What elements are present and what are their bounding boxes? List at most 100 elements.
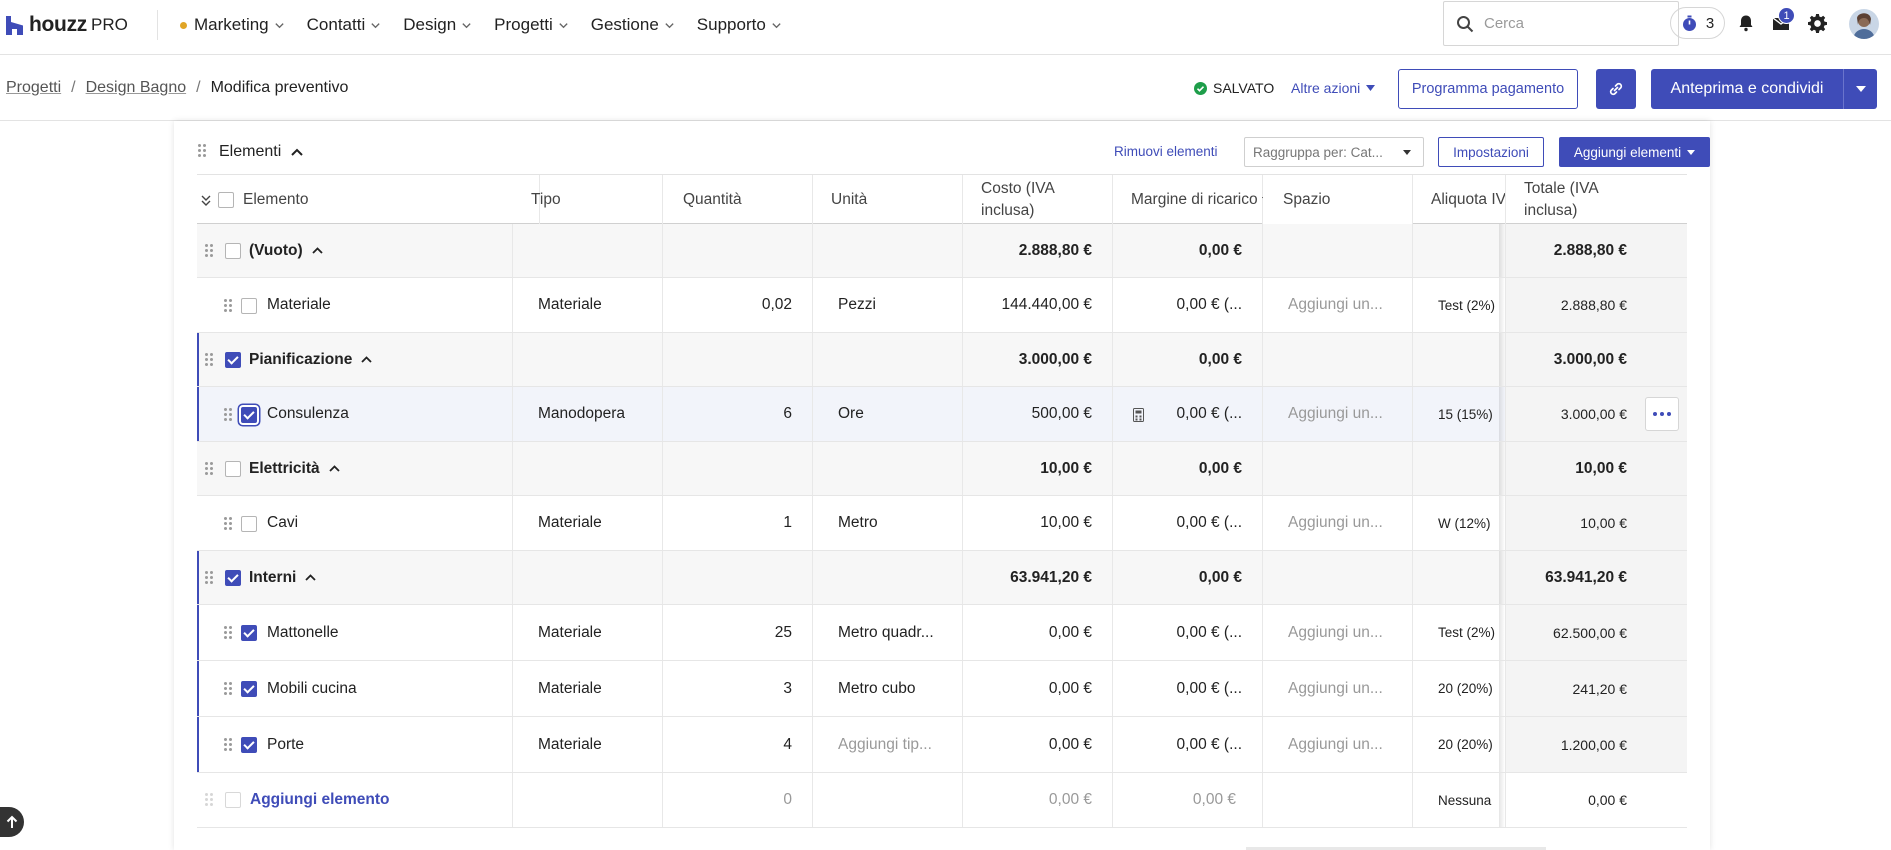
drag-handle-icon[interactable]	[205, 244, 213, 258]
aliquota-cell[interactable]: Test (2%)	[1413, 605, 1506, 660]
drag-handle-icon[interactable]	[224, 408, 232, 422]
spazio-cell[interactable]: Aggiungi un...	[1263, 605, 1413, 660]
aliquota-cell[interactable]: W (12%)	[1413, 496, 1506, 550]
drag-handle-icon[interactable]	[205, 571, 213, 585]
col-costo[interactable]: Costo (IVA inclusa)	[963, 175, 1113, 225]
scroll-to-top-button[interactable]	[0, 807, 24, 837]
row-checkbox[interactable]	[241, 625, 257, 641]
drag-handle-icon[interactable]	[224, 299, 232, 313]
unita-cell[interactable]: Aggiungi tip...	[813, 717, 963, 772]
add-items-button[interactable]: Aggiungi elementi	[1559, 137, 1710, 167]
payment-schedule-button[interactable]: Programma pagamento	[1398, 69, 1578, 109]
drag-handle-icon[interactable]	[224, 738, 232, 752]
spazio-cell[interactable]: Aggiungi un...	[1263, 278, 1413, 332]
tipo-cell[interactable]: Materiale	[513, 496, 663, 550]
item-name-cell[interactable]: Cavi	[267, 496, 513, 550]
quantita-cell[interactable]: 4	[663, 717, 813, 772]
chevron-up-icon[interactable]	[361, 356, 373, 363]
table-row[interactable]: Cavi Materiale 1 Metro 10,00 €0,00 € (... Agg…	[197, 496, 1687, 551]
drag-handle-icon[interactable]	[224, 682, 232, 696]
chevron-up-icon[interactable]	[312, 247, 323, 254]
spazio-cell[interactable]: Aggiungi un...	[1263, 717, 1413, 772]
tipo-cell[interactable]: Materiale	[513, 661, 663, 716]
table-row[interactable]: Mattonelle Materiale 25 Metro quadr... 0,00 …	[197, 605, 1687, 661]
nav-gestione[interactable]: Gestione	[591, 15, 675, 35]
unita-cell[interactable]: Metro cubo	[813, 661, 963, 716]
item-name-cell[interactable]: Consulenza	[267, 387, 513, 441]
item-name-cell[interactable]: Materiale	[267, 278, 513, 332]
col-totale[interactable]: Totale (IVA inclusa)	[1506, 175, 1687, 225]
quantita-cell[interactable]: 0,02	[663, 278, 813, 332]
add-item-link-cell[interactable]: Aggiungi elemento	[250, 773, 513, 827]
nav-supporto[interactable]: Supporto	[697, 15, 782, 35]
table-row[interactable]: Mobili cucina Materiale 3 Metro cubo 0,00 €0…	[197, 661, 1687, 717]
breadcrumb-progetti[interactable]: Progetti	[6, 79, 61, 97]
nav-marketing[interactable]: Marketing	[180, 15, 285, 35]
margine-cell[interactable]: 0,00 € (...	[1113, 496, 1263, 550]
costo-cell[interactable]: 144.440,00 €	[963, 278, 1113, 332]
nav-progetti[interactable]: Progetti	[494, 15, 569, 35]
notifications-bell-icon[interactable]	[1735, 12, 1757, 34]
item-name-cell[interactable]: Mattonelle	[267, 605, 513, 660]
costo-cell[interactable]: 10,00 €	[963, 496, 1113, 550]
quantita-cell[interactable]: 6	[663, 387, 813, 441]
margine-cell[interactable]: 0,00 € (...	[1113, 387, 1263, 441]
item-name-cell[interactable]: Mobili cucina	[267, 661, 513, 716]
preview-options-toggle[interactable]	[1844, 86, 1877, 92]
margine-cell[interactable]: 0,00 € (...	[1113, 605, 1263, 660]
settings-button[interactable]: Impostazioni	[1438, 137, 1544, 167]
user-avatar[interactable]	[1849, 9, 1879, 39]
col-quantita[interactable]: Quantità	[663, 175, 813, 225]
tipo-cell[interactable]: Materiale	[513, 717, 663, 772]
row-checkbox[interactable]	[241, 516, 257, 532]
tipo-cell[interactable]: Manodopera	[513, 387, 663, 441]
group-name-cell[interactable]: Pianificazione	[249, 333, 513, 386]
expand-all-icon[interactable]	[201, 195, 211, 206]
item-name-cell[interactable]: Porte	[267, 717, 513, 772]
row-more-options-button[interactable]	[1645, 397, 1679, 431]
col-elemento[interactable]: Elemento	[225, 175, 540, 225]
col-unita[interactable]: Unità	[813, 175, 963, 225]
col-aliquota[interactable]: Aliquota IV	[1413, 175, 1506, 225]
aliquota-cell[interactable]: 20 (20%)	[1413, 661, 1506, 716]
margine-cell[interactable]: 0,00 € (...	[1113, 661, 1263, 716]
group-row[interactable]: (Vuoto) 2.888,80 €0,00 €2.888,80 €	[197, 224, 1687, 278]
group-row[interactable]: Interni 63.941,20 €0,00 €63.941,20 €	[197, 551, 1687, 605]
add-item-link[interactable]: Aggiungi elemento	[250, 791, 390, 809]
table-row[interactable]: Materiale Materiale 0,02 Pezzi 144.440,00 €0…	[197, 278, 1687, 333]
tipo-cell[interactable]: Materiale	[513, 605, 663, 660]
margine-cell[interactable]: 0,00 € (...	[1113, 717, 1263, 772]
group-name-cell[interactable]: Interni	[249, 551, 513, 604]
remove-items-link[interactable]: Rimuovi elementi	[1114, 144, 1218, 159]
drag-handle-icon[interactable]	[224, 517, 232, 531]
row-checkbox[interactable]	[241, 407, 257, 423]
calculator-icon[interactable]	[1133, 408, 1144, 422]
row-checkbox[interactable]	[241, 298, 257, 314]
spazio-cell[interactable]: Aggiungi un...	[1263, 496, 1413, 550]
timer-pill[interactable]: 3	[1670, 7, 1725, 39]
nav-design[interactable]: Design	[403, 15, 472, 35]
aliquota-cell[interactable]: Test (2%)	[1413, 278, 1506, 332]
col-spazio[interactable]: Spazio	[1263, 175, 1413, 225]
drag-handle-icon[interactable]	[198, 144, 206, 158]
breadcrumb-design-bagno[interactable]: Design Bagno	[86, 79, 187, 97]
aliquota-cell[interactable]: 15 (15%)	[1413, 387, 1506, 441]
aliquota-cell[interactable]: 20 (20%)	[1413, 717, 1506, 772]
drag-handle-icon[interactable]	[205, 462, 213, 476]
search-input[interactable]	[1484, 15, 1664, 32]
row-checkbox[interactable]	[225, 461, 241, 477]
costo-cell[interactable]: 0,00 €	[963, 661, 1113, 716]
share-link-button[interactable]	[1596, 69, 1636, 109]
costo-cell[interactable]: 0,00 €	[963, 717, 1113, 772]
group-name-cell[interactable]: (Vuoto)	[249, 224, 513, 277]
group-row[interactable]: Pianificazione 3.000,00 €0,00 €3.000,00 €	[197, 333, 1687, 387]
tipo-cell[interactable]: Materiale	[513, 278, 663, 332]
row-checkbox[interactable]	[241, 681, 257, 697]
costo-cell[interactable]: 0,00 €	[963, 605, 1113, 660]
col-tipo[interactable]: Tipo	[513, 175, 663, 225]
unita-cell[interactable]: Ore	[813, 387, 963, 441]
table-row[interactable]: Consulenza Manodopera 6 Ore 500,00 € 0,00 € (…	[197, 387, 1687, 442]
chevron-up-icon[interactable]	[305, 574, 317, 581]
row-checkbox[interactable]	[225, 243, 241, 259]
section-title[interactable]: Elementi	[219, 143, 303, 161]
